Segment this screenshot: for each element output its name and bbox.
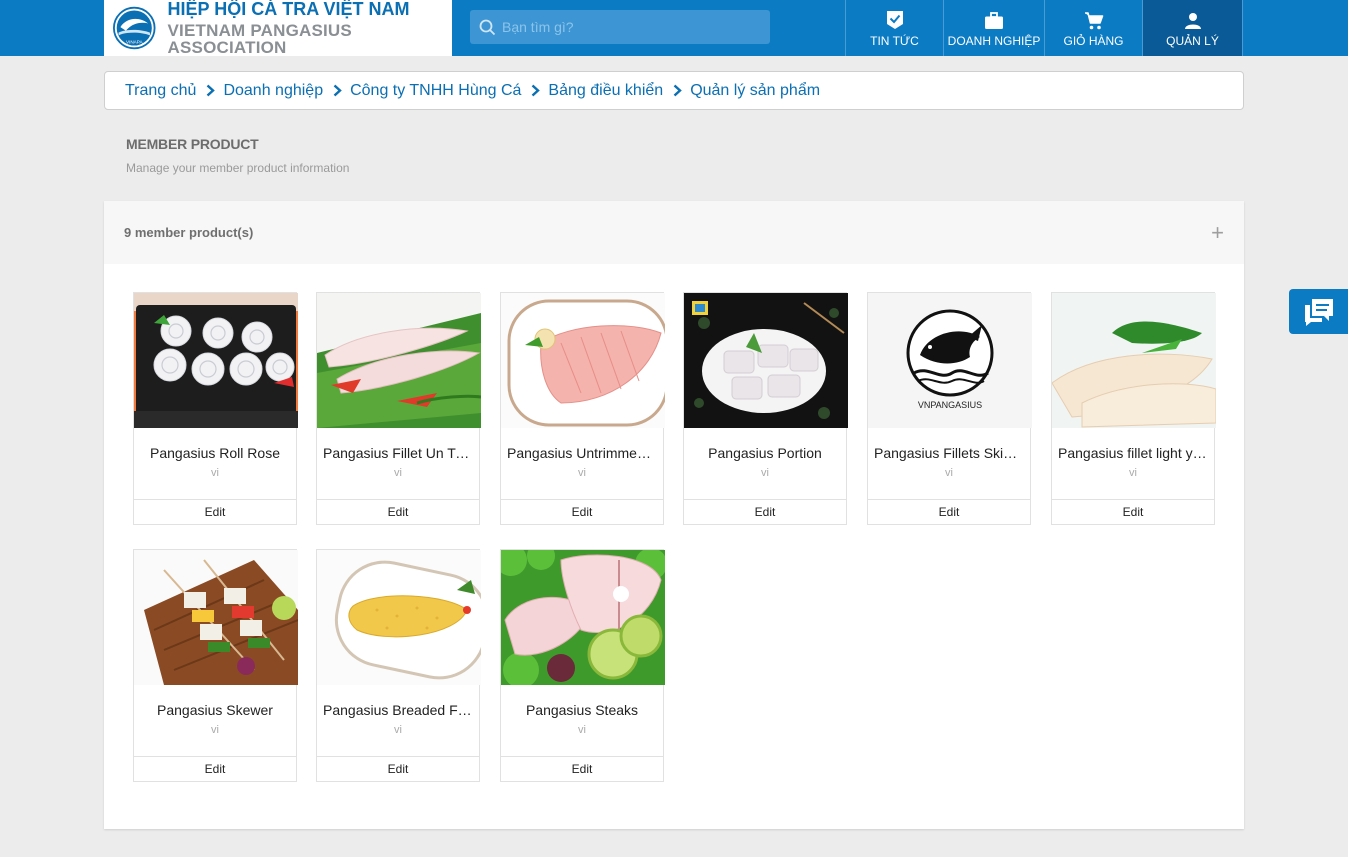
product-language: vi: [945, 467, 953, 479]
nav-cart[interactable]: GIỎ HÀNG: [1044, 0, 1142, 56]
product-language: vi: [578, 467, 586, 479]
nav-news[interactable]: TIN TỨC: [845, 0, 943, 56]
page-title: MEMBER PRODUCT: [126, 136, 259, 152]
product-card[interactable]: Pangasius Untrimmed Fillet vi Edit: [500, 292, 665, 525]
briefcase-icon: [985, 12, 1003, 29]
breadcrumb-company[interactable]: Công ty TNHH Hùng Cá: [350, 82, 521, 100]
product-card[interactable]: Pangasius Portion vi Edit: [683, 292, 848, 525]
product-language: vi: [394, 467, 402, 479]
breadcrumb-home[interactable]: Trang chủ: [125, 82, 196, 100]
product-card[interactable]: Pangasius fillet light yellow vi Edit: [1051, 292, 1216, 525]
edit-product-button[interactable]: Edit: [684, 499, 846, 524]
product-image: [501, 293, 665, 428]
logo-title-vn: HIỆP HỘI CÁ TRA VIỆT NAM: [167, 0, 410, 19]
search-input[interactable]: [502, 19, 752, 35]
search-icon: [479, 19, 496, 35]
search-box[interactable]: [470, 10, 770, 44]
product-name: Pangasius Fillets Skinless: [874, 445, 1030, 461]
edit-product-button[interactable]: Edit: [868, 499, 1030, 524]
product-name: Pangasius fillet light yellow: [1058, 445, 1214, 461]
chevron-right-icon: [206, 84, 216, 97]
product-language: vi: [1129, 467, 1137, 479]
edit-product-button[interactable]: Edit: [317, 756, 479, 781]
edit-product-button[interactable]: Edit: [134, 499, 296, 524]
page-subtitle: Manage your member product information: [126, 161, 350, 175]
product-language: vi: [394, 724, 402, 736]
product-name: Pangasius Portion: [708, 445, 822, 461]
add-product-button[interactable]: +: [1211, 221, 1224, 244]
edit-product-button[interactable]: Edit: [317, 499, 479, 524]
product-card[interactable]: VNPANGASIUS Pangasius Fillets Skinless v…: [867, 292, 1032, 525]
edit-product-button[interactable]: Edit: [134, 756, 296, 781]
edit-product-button[interactable]: Edit: [501, 499, 663, 524]
product-panel: 9 member product(s) + Pangasius Roll Ros…: [104, 201, 1244, 829]
nav-news-label: TIN TỨC: [870, 34, 919, 48]
top-header: VINAPA HIỆP HỘI CÁ TRA VIỆT NAM VIETNAM …: [0, 0, 1348, 56]
product-language: vi: [211, 724, 219, 736]
product-language: vi: [761, 467, 769, 479]
product-name: Pangasius Breaded Fillet: [323, 702, 479, 718]
product-image: [1052, 293, 1216, 428]
product-card[interactable]: Pangasius Roll Rose vi Edit: [133, 292, 298, 525]
product-image: [134, 293, 298, 428]
product-image: [501, 550, 665, 685]
logo-badge: VINAPA: [126, 40, 143, 45]
chevron-right-icon: [673, 84, 682, 97]
product-language: vi: [578, 724, 586, 736]
nav-cart-label: GIỎ HÀNG: [1063, 34, 1124, 48]
product-card[interactable]: Pangasius Breaded Fillet vi Edit: [316, 549, 481, 782]
main-nav: TIN TỨC DOANH NGHIỆP GIỎ HÀNG QUẢN LÝ: [845, 0, 1243, 56]
product-image: VNPANGASIUS: [868, 293, 1032, 428]
breadcrumb: Trang chủ Doanh nghiệp Công ty TNHH Hùng…: [104, 71, 1244, 110]
user-icon: [1184, 13, 1201, 29]
product-name: Pangasius Skewer: [157, 702, 273, 718]
nav-manage[interactable]: QUẢN LÝ: [1142, 0, 1243, 56]
breadcrumb-dashboard[interactable]: Bảng điều khiển: [548, 82, 663, 100]
product-name: Pangasius Roll Rose: [150, 445, 280, 461]
breadcrumb-product-management[interactable]: Quản lý sản phẩm: [690, 82, 820, 100]
site-logo[interactable]: VINAPA HIỆP HỘI CÁ TRA VIỆT NAM VIETNAM …: [104, 0, 452, 56]
product-language: vi: [211, 467, 219, 479]
vinapa-emblem-icon: VINAPA: [113, 6, 156, 50]
product-name: Pangasius Untrimmed Fillet: [507, 445, 663, 461]
product-card[interactable]: Pangasius Steaks vi Edit: [500, 549, 665, 782]
nav-business[interactable]: DOANH NGHIỆP: [943, 0, 1044, 56]
edit-product-button[interactable]: Edit: [1052, 499, 1214, 524]
product-image: [317, 550, 481, 685]
chat-button[interactable]: [1289, 289, 1348, 334]
product-image: [684, 293, 848, 428]
product-count: 9 member product(s): [124, 225, 254, 240]
panel-header: 9 member product(s) +: [104, 201, 1244, 264]
nav-business-label: DOANH NGHIỆP: [947, 34, 1041, 48]
cart-icon: [1084, 12, 1103, 30]
logo-title-en: VIETNAM PANGASIUS ASSOCIATION: [167, 21, 352, 57]
breadcrumb-business[interactable]: Doanh nghiệp: [223, 82, 323, 100]
logo-card-text: VNPANGASIUS: [918, 400, 982, 410]
chat-icon: [1304, 298, 1333, 326]
product-image: [134, 550, 298, 685]
product-image: [317, 293, 481, 428]
chevron-right-icon: [333, 84, 342, 97]
chevron-right-icon: [531, 84, 541, 97]
news-check-icon: [886, 11, 903, 29]
nav-manage-label: QUẢN LÝ: [1166, 34, 1219, 48]
edit-product-button[interactable]: Edit: [501, 756, 663, 781]
product-name: Pangasius Steaks: [525, 702, 639, 718]
product-card[interactable]: Pangasius Skewer vi Edit: [133, 549, 298, 782]
product-card[interactable]: Pangasius Fillet Un Trimmed vi Edit: [316, 292, 481, 525]
product-name: Pangasius Fillet Un Trimmed: [323, 445, 479, 461]
